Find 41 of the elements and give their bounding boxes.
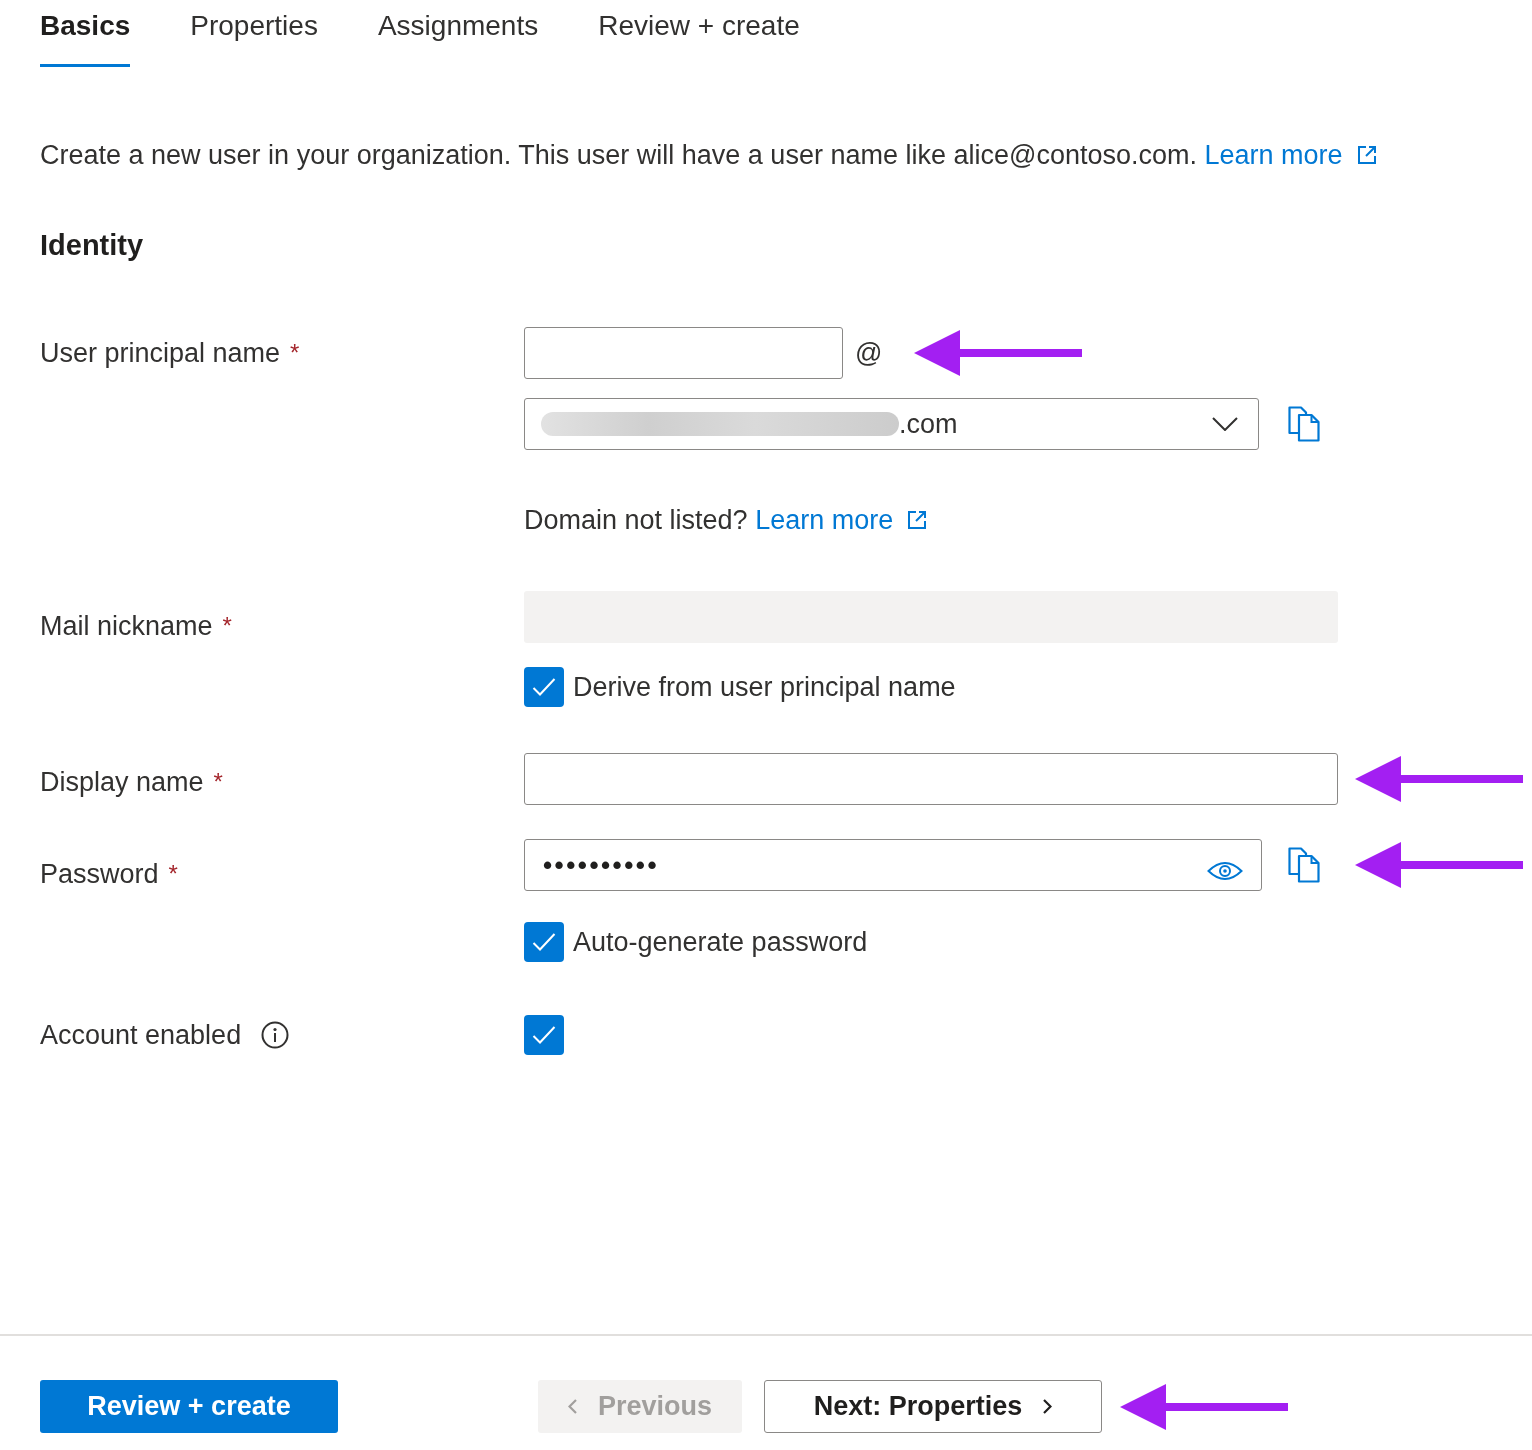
domain-hint-text: Domain not listed? Learn more: [524, 500, 1320, 540]
required-asterisk: *: [168, 859, 178, 889]
external-link-icon: [907, 510, 928, 530]
field-label: Mail nickname: [40, 610, 213, 643]
checkbox[interactable]: [524, 922, 564, 962]
field-label: Password: [40, 858, 159, 891]
field-label: Display name: [40, 766, 204, 799]
tab[interactable]: Assignments: [377, 0, 539, 67]
checkmark-icon: [532, 1025, 556, 1045]
domain-dropdown[interactable]: .com: [524, 398, 1259, 450]
password-field[interactable]: ••••••••••: [524, 839, 1262, 891]
display-name-field[interactable]: [524, 753, 1338, 805]
chevron-right-icon: [1042, 1399, 1053, 1414]
review-create-button[interactable]: Review + create: [40, 1380, 338, 1433]
tab[interactable]: Review + create: [598, 0, 800, 67]
section-title: Identity: [39, 228, 145, 263]
checkmark-icon: [532, 677, 556, 697]
at-sign: @: [855, 337, 883, 370]
tab[interactable]: Basics: [40, 0, 131, 67]
required-asterisk: *: [213, 767, 223, 797]
next-button[interactable]: Next: Properties: [764, 1380, 1102, 1433]
chevron-left-icon: [567, 1399, 578, 1414]
external-link-icon: [1356, 145, 1377, 165]
field-label: Account enabled: [40, 1019, 242, 1052]
learn-more-link[interactable]: Learn more: [1204, 140, 1377, 170]
description-text: Create a new user in your organization. This user will have a user name like alice@contoso.com. Learn more: [0, 135, 1532, 175]
copy-icon[interactable]: [1288, 406, 1320, 442]
checkbox-label: Auto-generate password: [573, 926, 868, 959]
chevron-down-icon: [1212, 417, 1238, 431]
field-label: User principal name: [40, 337, 281, 370]
checkbox[interactable]: [524, 1015, 564, 1055]
required-asterisk: *: [222, 611, 232, 641]
username-field[interactable]: [524, 327, 843, 379]
eye-icon[interactable]: [1207, 861, 1243, 881]
info-icon[interactable]: [261, 1021, 290, 1049]
checkmark-icon: [532, 932, 556, 952]
copy-icon[interactable]: [1288, 847, 1320, 883]
required-asterisk: *: [290, 338, 300, 368]
tab[interactable]: Properties: [190, 0, 318, 67]
learn-more-link[interactable]: Learn more: [755, 505, 928, 535]
checkbox-label: Derive from user principal name: [573, 671, 956, 704]
